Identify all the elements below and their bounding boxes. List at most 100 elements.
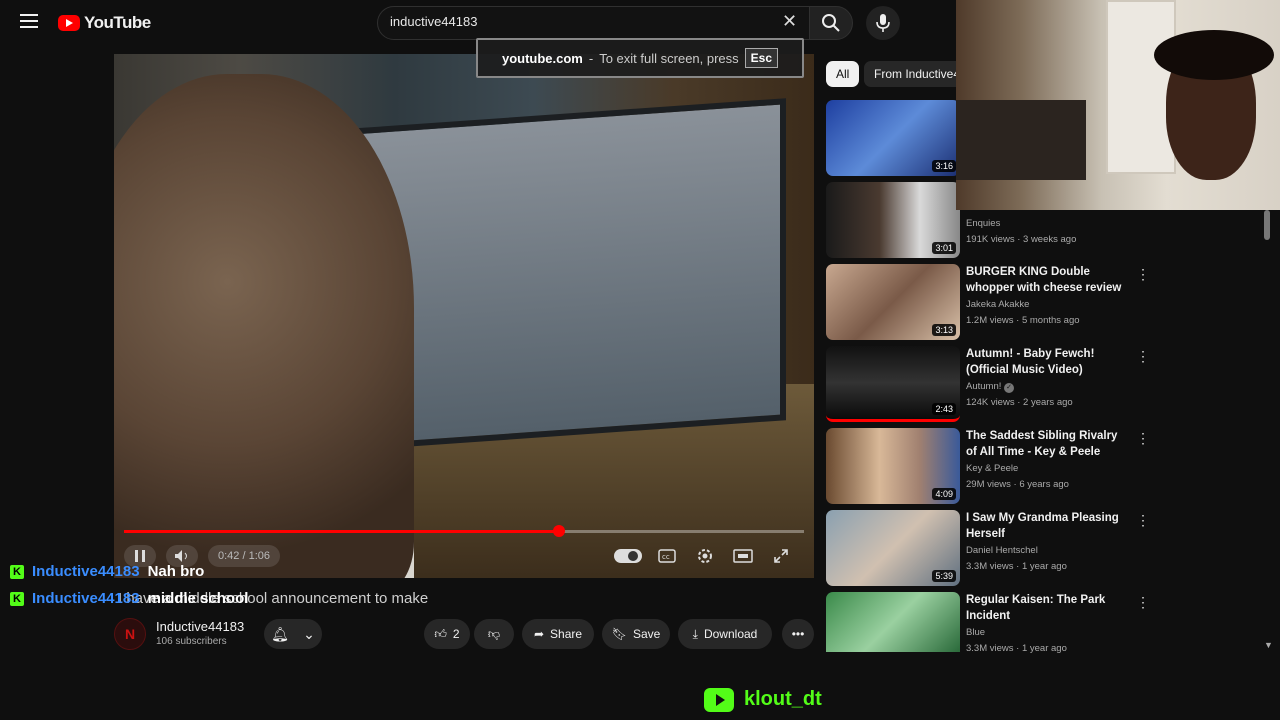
video-thumbnail[interactable]: 3:01 (826, 182, 960, 258)
chip-all[interactable]: All (826, 61, 860, 87)
share-button[interactable]: ➦ Share (522, 619, 594, 649)
video-meta: 29M views · 6 years ago (966, 479, 1069, 490)
esc-key-badge: Esc (744, 48, 779, 68)
exit-fullscreen-button[interactable] (770, 545, 792, 567)
pause-icon (135, 550, 145, 562)
theater-icon (733, 549, 753, 563)
video-channel[interactable]: Enquies (966, 218, 1000, 229)
video-thumbnail[interactable]: 5:39 (826, 510, 960, 586)
webcam-hair (1154, 30, 1274, 80)
video-title[interactable]: I Saw My Grandma Pleasing Herself (966, 510, 1126, 542)
video-duration: 2:43 (932, 403, 956, 415)
chat-message: K Inductive44183 middle school (10, 590, 248, 607)
more-vertical-icon[interactable]: ⋮ (1136, 348, 1150, 365)
scroll-down-arrow-icon[interactable]: ▼ (1264, 640, 1273, 650)
search-button[interactable] (809, 6, 853, 40)
video-title[interactable]: Autumn! - Baby Fewch! (Official Music Vi… (966, 346, 1126, 378)
more-vertical-icon[interactable]: ⋮ (1136, 594, 1150, 611)
video-thumbnail[interactable]: 2:43 (826, 346, 960, 422)
autoplay-toggle[interactable] (614, 549, 642, 563)
chevron-down-icon: ⌄ (303, 625, 315, 642)
video-title[interactable]: BURGER KING Double whopper with cheese r… (966, 264, 1126, 296)
search-icon (822, 14, 840, 32)
logo-text: YouTube (84, 13, 151, 32)
toast-message: To exit full screen, press (599, 50, 739, 66)
channel-name[interactable]: Inductive44183 (156, 619, 244, 634)
theater-mode-button[interactable] (732, 545, 754, 567)
video-frame-person (114, 74, 414, 578)
download-icon: ⤓ (692, 626, 698, 641)
video-duration: 4:09 (932, 488, 956, 500)
gear-icon (698, 549, 712, 563)
more-vertical-icon[interactable]: ⋮ (1136, 266, 1150, 283)
save-button[interactable]: 🔖︎ Save (602, 619, 670, 649)
video-thumbnail[interactable] (826, 592, 960, 652)
share-label: Share (550, 627, 583, 641)
video-channel[interactable]: Jakeka Akakke (966, 299, 1029, 310)
video-channel[interactable]: Daniel Hentschel (966, 545, 1038, 556)
webcam-door (1106, 0, 1176, 174)
time-display: 0:42 / 1:06 (208, 545, 280, 567)
chat-username: Inductive44183 (32, 563, 140, 580)
video-duration: 3:16 (932, 160, 956, 172)
progress-bar[interactable] (124, 525, 804, 537)
more-horizontal-icon: ••• (791, 627, 805, 641)
microphone-icon (876, 14, 890, 32)
download-button[interactable]: ⤓ Download (678, 619, 772, 649)
captions-icon: cc (658, 549, 676, 563)
webcam-desk (956, 100, 1086, 180)
dislike-button[interactable]: 👎︎ (474, 619, 514, 649)
youtube-play-icon (58, 15, 80, 31)
video-thumbnail[interactable]: 3:16 (826, 100, 960, 176)
like-button[interactable]: 👍︎ 2 (424, 619, 470, 649)
settings-button[interactable] (694, 545, 716, 567)
chat-text: Nah bro (147, 563, 205, 580)
save-label: Save (632, 627, 661, 641)
volume-icon (175, 550, 187, 562)
kick-icon: K (10, 564, 24, 579)
chat-text: middle school (147, 590, 249, 607)
video-player[interactable] (114, 54, 814, 578)
channel-name-text: Autumn! (966, 381, 1002, 392)
exit-fullscreen-icon (774, 549, 788, 563)
video-duration: 5:39 (932, 570, 956, 582)
streamer-handle: klout_dt (744, 688, 822, 710)
chat-message: K Inductive44183 Nah bro (10, 563, 204, 580)
video-channel[interactable]: Autumn! ✓ (966, 381, 1015, 393)
captions-button[interactable]: cc (656, 545, 678, 567)
video-thumbnail[interactable]: 4:09 (826, 428, 960, 504)
voice-search-button[interactable] (866, 6, 900, 40)
clear-search-icon[interactable]: ✕ (782, 11, 797, 32)
download-label: Download (703, 627, 758, 641)
video-channel[interactable]: Blue (966, 627, 985, 638)
video-meta: 3.3M views · 1 year ago (966, 643, 1067, 654)
more-actions-button[interactable]: ••• (782, 619, 814, 649)
share-icon: ➦ (533, 627, 545, 641)
thumbs-up-icon: 👍︎ (434, 626, 447, 641)
menu-button[interactable] (14, 10, 44, 36)
more-vertical-icon[interactable]: ⋮ (1136, 430, 1150, 447)
video-title[interactable]: The Saddest Sibling Rivalry of All Time … (966, 428, 1126, 460)
kick-icon: K (10, 591, 24, 606)
video-meta: 3.3M views · 1 year ago (966, 561, 1067, 572)
channel-avatar[interactable]: N (114, 618, 146, 650)
video-thumbnail[interactable]: 3:13 (826, 264, 960, 340)
notification-bell-button[interactable]: 🔔︎ ⌄ (264, 619, 322, 649)
toast-site: youtube.com (501, 50, 583, 66)
more-vertical-icon[interactable]: ⋮ (1136, 512, 1150, 529)
fullscreen-toast: youtube.com - To exit full screen, press… (476, 38, 804, 78)
chip-from-channel[interactable]: From Inductive4 (864, 61, 956, 87)
video-meta: 191K views · 3 weeks ago (966, 234, 1077, 245)
verified-icon: ✓ (1004, 383, 1015, 393)
video-meta: 124K views · 2 years ago (966, 397, 1073, 408)
thumbs-down-icon: 👎︎ (487, 626, 501, 641)
youtube-play-icon (704, 688, 734, 712)
youtube-logo[interactable]: YouTube (58, 13, 151, 33)
sidebar-scrollbar[interactable] (1264, 210, 1270, 240)
bookmark-icon: 🔖︎ (611, 627, 627, 641)
video-channel[interactable]: Key & Peele (966, 463, 1018, 474)
toast-separator: - (588, 50, 594, 66)
progress-fill (124, 530, 560, 533)
search-query[interactable]: inductive44183 (390, 14, 477, 29)
video-title[interactable]: Regular Kaisen: The Park Incident (966, 592, 1126, 624)
